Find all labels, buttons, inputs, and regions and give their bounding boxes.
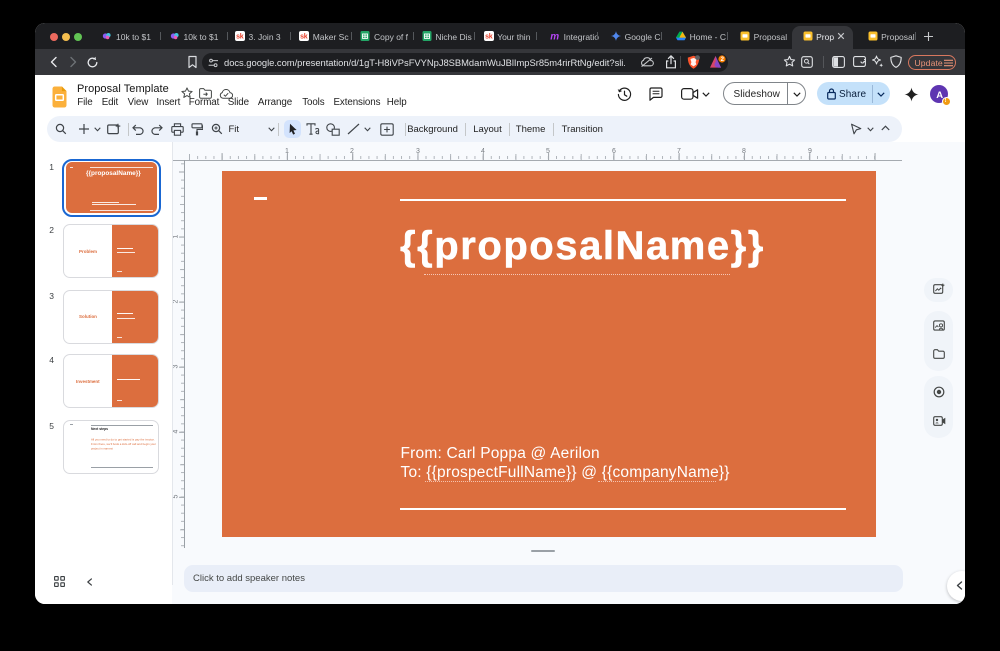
svg-text:k: k: [240, 34, 244, 41]
svg-text:m: m: [550, 31, 559, 41]
svg-text:k: k: [488, 34, 492, 41]
svg-text:k: k: [304, 34, 308, 41]
